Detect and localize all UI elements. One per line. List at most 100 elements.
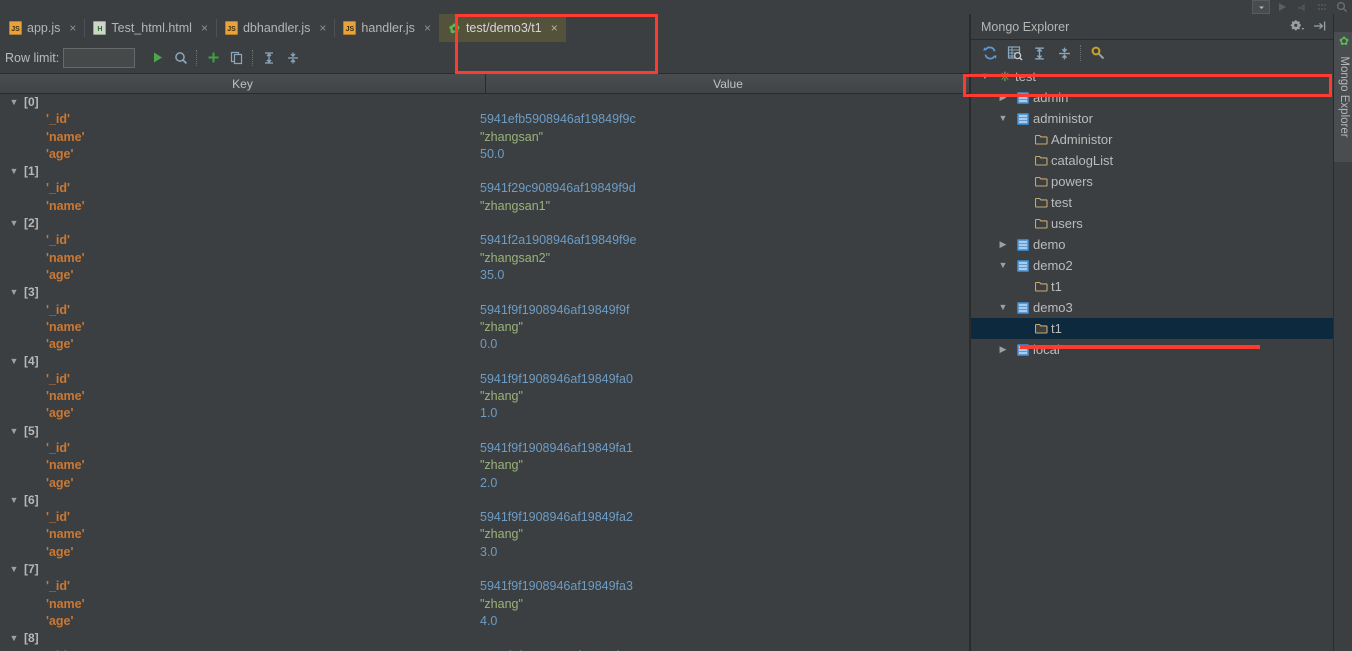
- hide-right-icon[interactable]: [1313, 20, 1327, 35]
- tree-item-test[interactable]: test: [971, 192, 1333, 213]
- table-row[interactable]: ▼ [6]: [0, 492, 970, 509]
- table-row[interactable]: ▼ [8]: [0, 630, 970, 647]
- grid-value-cell[interactable]: 1.0: [480, 405, 970, 422]
- chevron-down-icon[interactable]: ▼: [8, 215, 20, 232]
- grid-value-cell[interactable]: [480, 630, 970, 647]
- grid-key-cell[interactable]: ▼ [2]: [0, 215, 486, 232]
- grid-key-cell[interactable]: ▼ [0]: [0, 94, 486, 111]
- grid-value-cell[interactable]: 50.0: [480, 146, 970, 163]
- table-row[interactable]: ▼ [4]: [0, 353, 970, 370]
- search-icon[interactable]: [1334, 1, 1350, 13]
- editor-tab-dbhandler-js[interactable]: JS dbhandler.js ×: [215, 14, 334, 42]
- grid-value-cell[interactable]: 5941f2a1908946af19849f9e: [480, 232, 970, 249]
- table-row[interactable]: ▼ [2]: [0, 215, 970, 232]
- grid-value-cell[interactable]: 5941f9f1908946af19849f9f: [480, 302, 970, 319]
- grid-key-cell[interactable]: 'name': [0, 388, 486, 405]
- grid-key-cell[interactable]: '_id': [0, 648, 486, 651]
- grid-value-cell[interactable]: "zhang": [480, 319, 970, 336]
- tool-window-tab-mongo-explorer[interactable]: ✿ Mongo Explorer: [1334, 32, 1352, 162]
- table-row[interactable]: 'age' 35.0: [0, 267, 970, 284]
- grid-value-cell[interactable]: [480, 492, 970, 509]
- grid-key-cell[interactable]: 'age': [0, 475, 486, 492]
- grid-key-cell[interactable]: '_id': [0, 232, 486, 249]
- table-row[interactable]: 'age' 50.0: [0, 146, 970, 163]
- gear-dropdown-icon[interactable]: [1290, 19, 1305, 35]
- chevron-down-icon[interactable]: ▼: [8, 561, 20, 578]
- table-row[interactable]: 'name' "zhang": [0, 319, 970, 336]
- grid-key-cell[interactable]: 'name': [0, 596, 486, 613]
- tree-item-t1[interactable]: t1: [971, 276, 1333, 297]
- tree-item-demo2[interactable]: ▼ demo2: [971, 255, 1333, 276]
- table-row[interactable]: '_id' 5941f9f1908946af19849fa2: [0, 509, 970, 526]
- table-row[interactable]: ▼ [5]: [0, 423, 970, 440]
- grid-key-cell[interactable]: '_id': [0, 509, 486, 526]
- table-row[interactable]: 'name' "zhangsan": [0, 129, 970, 146]
- table-row[interactable]: 'name' "zhang": [0, 457, 970, 474]
- table-row[interactable]: 'name' "zhang": [0, 596, 970, 613]
- grid-value-cell[interactable]: 5941f9f1908946af19849fa4: [480, 648, 970, 651]
- grid-key-cell[interactable]: '_id': [0, 111, 486, 128]
- editor-tab-test-html[interactable]: H Test_html.html ×: [84, 14, 216, 42]
- tree-item-administor[interactable]: Administor: [971, 129, 1333, 150]
- collapse-all-button[interactable]: [1052, 42, 1077, 64]
- grid-key-cell[interactable]: ▼ [4]: [0, 353, 486, 370]
- chevron-down-icon[interactable]: ▼: [997, 255, 1009, 276]
- grid-value-cell[interactable]: [480, 215, 970, 232]
- grid-key-cell[interactable]: 'age': [0, 405, 486, 422]
- table-row[interactable]: '_id' 5941f2a1908946af19849f9e: [0, 232, 970, 249]
- tree-item-administor[interactable]: ▼ administor: [971, 108, 1333, 129]
- close-icon[interactable]: ×: [424, 22, 431, 34]
- grid-value-cell[interactable]: [480, 353, 970, 370]
- grid-key-cell[interactable]: ▼ [7]: [0, 561, 486, 578]
- grid-value-cell[interactable]: "zhang": [480, 596, 970, 613]
- chevron-down-icon[interactable]: ▼: [979, 66, 991, 87]
- tree-item-local[interactable]: ▶ local: [971, 339, 1333, 360]
- grid-key-cell[interactable]: ▼ [6]: [0, 492, 486, 509]
- run-icon[interactable]: [1274, 1, 1290, 13]
- grid-value-cell[interactable]: 3.0: [480, 544, 970, 561]
- column-header-value[interactable]: Value: [486, 74, 970, 93]
- editor-tab-test-demo3-t1[interactable]: ✿ test/demo3/t1 ×: [438, 14, 566, 42]
- grid-key-cell[interactable]: '_id': [0, 578, 486, 595]
- view-content-button[interactable]: [1002, 42, 1027, 64]
- tree-item-admin[interactable]: ▶ admin: [971, 87, 1333, 108]
- table-row[interactable]: ▼ [1]: [0, 163, 970, 180]
- grid-value-cell[interactable]: 5941f9f1908946af19849fa3: [480, 578, 970, 595]
- grid-value-cell[interactable]: [480, 423, 970, 440]
- tree-item-test[interactable]: ▼ ❈ test: [971, 66, 1333, 87]
- chevron-down-icon[interactable]: [1252, 0, 1270, 14]
- chevron-down-icon[interactable]: ▼: [8, 94, 20, 111]
- chevron-down-icon[interactable]: ▼: [8, 423, 20, 440]
- find-button[interactable]: [169, 46, 193, 70]
- table-row[interactable]: '_id' 5941f9f1908946af19849fa3: [0, 578, 970, 595]
- tree-item-demo[interactable]: ▶ demo: [971, 234, 1333, 255]
- grid-value-cell[interactable]: [480, 94, 970, 111]
- grid-value-cell[interactable]: 5941f9f1908946af19849fa2: [480, 509, 970, 526]
- chevron-right-icon[interactable]: ▶: [997, 234, 1009, 255]
- grid-key-cell[interactable]: ▼ [8]: [0, 630, 486, 647]
- table-row[interactable]: 'age' 3.0: [0, 544, 970, 561]
- table-row[interactable]: '_id' 5941f9f1908946af19849fa4: [0, 648, 970, 651]
- table-row[interactable]: ▼ [7]: [0, 561, 970, 578]
- table-row[interactable]: 'age' 0.0: [0, 336, 970, 353]
- chevron-right-icon[interactable]: ▶: [997, 339, 1009, 360]
- execute-button[interactable]: [145, 46, 169, 70]
- grid-value-cell[interactable]: 5941efb5908946af19849f9c: [480, 111, 970, 128]
- grid-scrollbar-track[interactable]: [957, 94, 969, 651]
- table-row[interactable]: ▼ [3]: [0, 284, 970, 301]
- tree-item-t1[interactable]: t1: [971, 318, 1333, 339]
- table-row[interactable]: '_id' 5941efb5908946af19849f9c: [0, 111, 970, 128]
- grid-key-cell[interactable]: ▼ [5]: [0, 423, 486, 440]
- grid-value-cell[interactable]: 4.0: [480, 613, 970, 630]
- editor-tab-app-js[interactable]: JS app.js ×: [0, 14, 84, 42]
- table-row[interactable]: '_id' 5941f9f1908946af19849fa0: [0, 371, 970, 388]
- grid-value-cell[interactable]: 2.0: [480, 475, 970, 492]
- table-row[interactable]: 'name' "zhang": [0, 388, 970, 405]
- grid-key-cell[interactable]: 'name': [0, 250, 486, 267]
- grid-key-cell[interactable]: 'age': [0, 267, 486, 284]
- grid-value-cell[interactable]: 5941f9f1908946af19849fa0: [480, 371, 970, 388]
- collapse-all-button[interactable]: [281, 46, 305, 70]
- chevron-down-icon[interactable]: ▼: [8, 630, 20, 647]
- close-icon[interactable]: ×: [551, 22, 558, 34]
- close-icon[interactable]: ×: [201, 22, 208, 34]
